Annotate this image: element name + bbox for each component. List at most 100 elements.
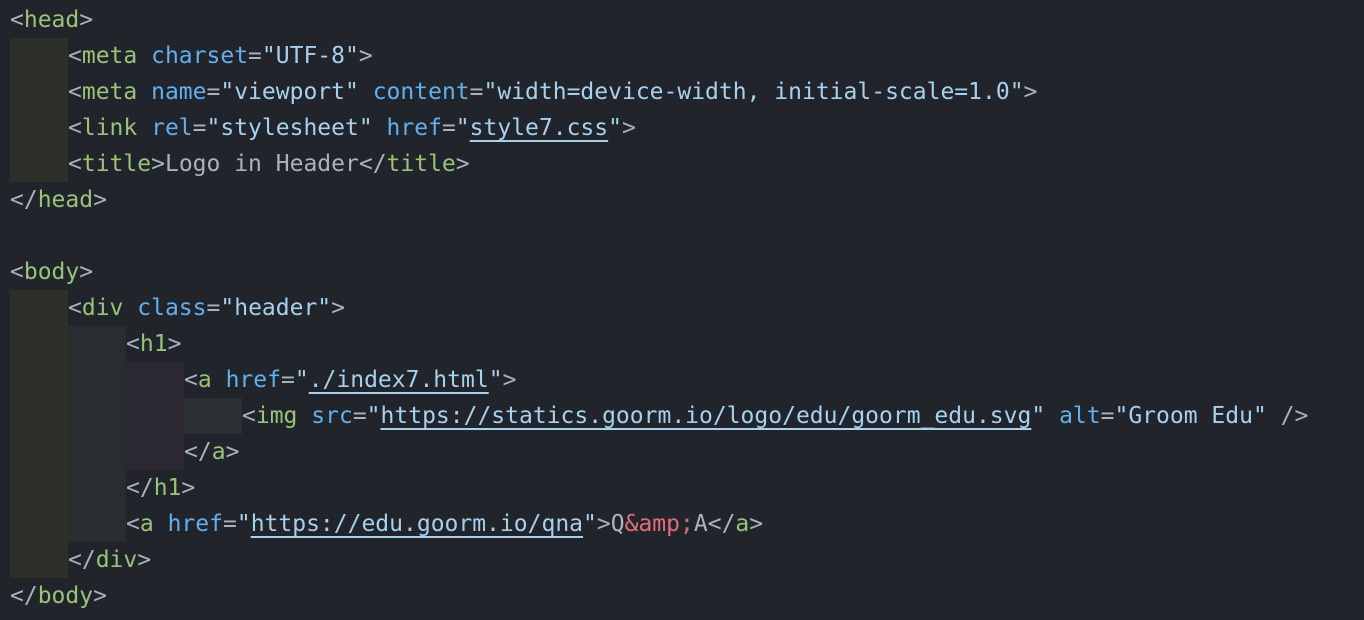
code-token-punctuation: > (79, 259, 94, 285)
code-token-punctuation: </ (184, 439, 212, 465)
code-token-punctuation: < (10, 259, 24, 285)
indent-guide (10, 74, 68, 110)
code-line[interactable]: <img src="https://statics.goorm.io/logo/… (242, 398, 1308, 434)
code-token-tag: meta (81, 79, 138, 105)
code-token-string: "stylesheet" (206, 115, 373, 141)
code-line[interactable]: </body> (10, 578, 107, 614)
code-token-punctuation: > (167, 331, 182, 357)
code-line[interactable]: </a> (184, 434, 239, 470)
indent-guide (10, 470, 68, 506)
code-line[interactable]: <link rel="stylesheet" href="style7.css"… (68, 110, 636, 146)
code-token-tag: link (81, 115, 138, 141)
indent-guide (10, 38, 68, 74)
code-token-string: " (294, 367, 309, 393)
code-token-tag: body (37, 583, 94, 609)
code-token-punctuation: </ (707, 511, 736, 537)
code-token-text: A (693, 511, 708, 537)
code-token-punctuation: > (151, 151, 165, 177)
code-token-punctuation: > (181, 475, 196, 501)
code-token-punctuation: = (206, 295, 221, 321)
code-token-punctuation: > (455, 151, 470, 177)
indent-guide (10, 398, 68, 434)
code-token-string: " (583, 511, 597, 537)
indent-guide (184, 398, 242, 434)
code-token-string[interactable]: ./index7.html (309, 367, 489, 393)
code-token-punctuation: > (502, 367, 517, 393)
code-token-string: "width=device-width, initial-scale=1.0" (483, 79, 1024, 105)
code-token-punctuation: < (68, 79, 82, 105)
code-token-punctuation: < (68, 151, 82, 177)
code-token-punctuation: = (206, 79, 221, 105)
code-token-punctuation: < (68, 115, 82, 141)
code-token-text: Q (610, 511, 625, 537)
code-token-string: "UTF-8" (261, 43, 359, 69)
code-token-tag: meta (81, 43, 138, 69)
code-line[interactable]: <meta name="viewport" content="width=dev… (68, 74, 1037, 110)
code-line[interactable]: <a href="./index7.html"> (184, 362, 516, 398)
code-token-punctuation: < (126, 331, 140, 357)
code-line[interactable]: <title>Logo in Header</title> (68, 146, 470, 182)
indent-guide (126, 398, 184, 434)
code-token-attribute: href (225, 367, 281, 393)
code-token-attribute: name (151, 79, 207, 105)
indent-guide (68, 470, 126, 506)
code-editor[interactable]: <head> <meta charset="UTF-8"> <meta name="… (0, 0, 1364, 620)
code-token-punctuation: /> (1266, 403, 1309, 429)
code-token-punctuation: = (469, 79, 484, 105)
indent-guide (10, 362, 68, 398)
code-line[interactable]: </div> (68, 542, 151, 578)
code-token-tag: a (139, 511, 154, 537)
code-token-tag: head (23, 7, 80, 33)
code-line[interactable]: </head> (10, 182, 107, 218)
code-token-string[interactable]: https://statics.goorm.io/logo/edu/goorm_… (381, 403, 1032, 429)
code-token-tag: a (735, 511, 750, 537)
code-token-string: "Groom Edu" (1114, 403, 1267, 429)
code-token-punctuation: = (352, 403, 367, 429)
indent-guide (126, 434, 184, 470)
code-token-string: " (236, 511, 251, 537)
code-line[interactable]: <a href="https://edu.goorm.io/qna">Q&amp… (126, 506, 763, 542)
code-line[interactable]: <h1> (126, 326, 181, 362)
code-token-punctuation: > (358, 43, 373, 69)
code-token-string: " (488, 367, 503, 393)
code-token-punctuation: = (1100, 403, 1115, 429)
code-token-string: " (366, 403, 381, 429)
code-token-tag: div (81, 295, 124, 321)
code-token-punctuation: > (331, 295, 346, 321)
code-token-punctuation: < (242, 403, 256, 429)
code-token-punctuation: > (1023, 79, 1038, 105)
code-token-tag: title (386, 151, 456, 177)
code-token-tag: title (81, 151, 152, 177)
code-token-punctuation: </ (358, 151, 387, 177)
code-token-attribute: charset (151, 43, 249, 69)
code-token-entity: &amp; (624, 511, 694, 537)
code-line[interactable]: <meta charset="UTF-8"> (68, 38, 373, 74)
code-token-string[interactable]: https://edu.goorm.io/qna (251, 511, 583, 537)
code-token-punctuation: < (68, 43, 82, 69)
indent-guide (68, 326, 126, 362)
code-line[interactable]: </h1> (126, 470, 195, 506)
code-line[interactable]: <body> (10, 254, 93, 290)
code-token-punctuation: </ (10, 187, 38, 213)
code-token-punctuation: > (93, 187, 107, 213)
code-token-punctuation: > (137, 547, 152, 573)
code-line[interactable]: <div class="header"> (68, 290, 345, 326)
code-token-text: Logo in Header (164, 151, 359, 177)
code-token-string: "viewport" (220, 79, 359, 105)
indent-guide (10, 110, 68, 146)
code-token-punctuation: > (93, 583, 107, 609)
indent-guide (10, 506, 68, 542)
indent-guide (10, 146, 68, 182)
code-token-punctuation: > (79, 7, 94, 33)
code-token-punctuation: = (280, 367, 295, 393)
code-line[interactable]: <head> (10, 2, 93, 38)
code-token-string[interactable]: style7.css (470, 115, 608, 141)
code-token-tag: a (211, 439, 226, 465)
